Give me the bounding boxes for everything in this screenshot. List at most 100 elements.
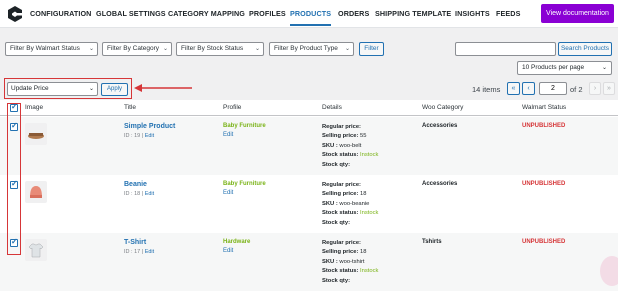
nav-shipping-template[interactable]: SHIPPING TEMPLATE	[375, 9, 451, 18]
nav-global-settings[interactable]: GLOBAL SETTINGS	[96, 9, 166, 18]
sku-value: woo-belt	[339, 142, 362, 149]
nav-orders[interactable]: ORDERS	[338, 9, 369, 18]
nav-configuration[interactable]: CONFIGURATION	[30, 9, 91, 18]
column-woo-category: Woo Category	[422, 104, 464, 111]
nav-profiles[interactable]: PROFILES	[249, 9, 286, 18]
chevron-down-icon: ⌄	[254, 46, 260, 52]
product-id-text: ID : 19 |	[124, 133, 144, 139]
search-input[interactable]	[455, 42, 556, 56]
sku-label: SKU :	[322, 142, 338, 149]
selling-price-label: Selling price:	[322, 191, 359, 198]
woo-category: Accessories	[422, 123, 458, 129]
product-type-filter[interactable]: Filter By Product Type ⌄	[269, 42, 354, 56]
product-title-link[interactable]: Simple Product	[124, 123, 175, 130]
edit-product-link[interactable]: Edit	[145, 249, 154, 255]
per-page-label: 10 Products per page	[522, 64, 585, 71]
selling-price-value: 55	[360, 133, 367, 140]
edit-profile-link[interactable]: Edit	[223, 190, 233, 196]
nav-products[interactable]: PRODUCTS	[290, 9, 332, 26]
table-row: T-Shirt ID : 17 | Edit Hardware Edit Reg…	[0, 233, 618, 291]
profile-name[interactable]: Hardware	[223, 239, 250, 245]
first-page-button[interactable]: «	[507, 82, 520, 95]
walmart-status-filter-label: Filter By Walmart Status	[10, 45, 80, 52]
sku-label: SKU :	[322, 258, 338, 265]
regular-price-label: Regular price:	[322, 240, 361, 246]
table-header: Image Title Profile Details Woo Category…	[0, 100, 618, 116]
stock-status-value: Instock	[360, 210, 379, 217]
category-filter[interactable]: Filter By Category ⌄	[102, 42, 172, 56]
prev-page-button[interactable]: ‹	[522, 82, 535, 95]
column-image: Image	[25, 104, 44, 111]
chevron-down-icon: ⌄	[601, 65, 607, 71]
woo-category: Accessories	[422, 181, 458, 187]
product-details: Regular price: Selling price: 18 SKU : w…	[322, 181, 378, 228]
products-table: Image Title Profile Details Woo Category…	[0, 100, 618, 291]
nav-feeds[interactable]: FEEDS	[496, 9, 520, 18]
table-row: Beanie ID : 18 | Edit Baby Furniture Edi…	[0, 175, 618, 233]
product-title-link[interactable]: Beanie	[124, 181, 147, 188]
edit-product-link[interactable]: Edit	[145, 191, 154, 197]
red-arrow-icon	[134, 84, 192, 92]
checkbox-highlight	[7, 103, 21, 255]
product-id-meta: ID : 19 | Edit	[124, 133, 154, 139]
chevron-down-icon: ⌄	[344, 46, 350, 52]
product-id-meta: ID : 17 | Edit	[124, 249, 154, 255]
selling-price-value: 18	[360, 191, 367, 198]
sku-value: woo-tshirt	[339, 258, 365, 265]
edit-product-link[interactable]: Edit	[145, 133, 154, 139]
profile-name[interactable]: Baby Furniture	[223, 181, 266, 187]
next-page-button: ›	[589, 82, 601, 95]
column-details: Details	[322, 104, 342, 111]
selling-price-value: 18	[360, 249, 367, 256]
stock-status-value: Instock	[360, 152, 379, 159]
view-documentation-button[interactable]: View documentation	[541, 4, 614, 23]
chevron-down-icon: ⌄	[88, 46, 94, 52]
table-row: Simple Product ID : 19 | Edit Baby Furni…	[0, 117, 618, 175]
column-walmart-status: Walmart Status	[522, 104, 567, 111]
items-count: 14 items	[472, 85, 501, 94]
bulk-action-value: Update Price	[11, 85, 49, 92]
category-filter-label: Filter By Category	[107, 45, 160, 52]
stock-qty-label: Stock qty:	[322, 277, 351, 284]
selling-price-label: Selling price:	[322, 249, 359, 256]
nav-category-mapping[interactable]: CATEGORY MAPPING	[168, 9, 245, 18]
product-details: Regular price: Selling price: 55 SKU : w…	[322, 123, 378, 170]
profile-name[interactable]: Baby Furniture	[223, 123, 266, 129]
beanie-image-icon[interactable]	[25, 181, 47, 203]
product-type-filter-label: Filter By Product Type	[274, 45, 338, 52]
stock-qty-label: Stock qty:	[322, 161, 351, 168]
nav-insights[interactable]: INSIGHTS	[455, 9, 490, 18]
woo-category: Tshirts	[422, 239, 442, 245]
chevron-down-icon: ⌄	[88, 86, 94, 92]
stock-qty-label: Stock qty:	[322, 219, 351, 226]
regular-price-label: Regular price:	[322, 124, 361, 130]
product-title-link[interactable]: T-Shirt	[124, 239, 146, 246]
walmart-status-filter[interactable]: Filter By Walmart Status ⌄	[5, 42, 98, 56]
walmart-status-badge: UNPUBLISHED	[522, 181, 566, 187]
product-details: Regular price: Selling price: 18 SKU : w…	[322, 239, 378, 286]
belt-image-icon[interactable]	[25, 123, 47, 145]
product-id-meta: ID : 18 | Edit	[124, 191, 154, 197]
stock-status-label: Stock status:	[322, 210, 359, 217]
stock-status-label: Stock status:	[322, 152, 359, 159]
stock-status-value: Instock	[360, 268, 379, 275]
column-profile: Profile	[223, 104, 242, 111]
sku-value: woo-beanie	[339, 200, 370, 207]
edit-profile-link[interactable]: Edit	[223, 132, 233, 138]
per-page-select[interactable]: 10 Products per page ⌄	[517, 61, 612, 75]
selling-price-label: Selling price:	[322, 133, 359, 140]
last-page-button: »	[603, 82, 615, 95]
filter-button[interactable]: Filter	[359, 42, 384, 56]
walmart-status-badge: UNPUBLISHED	[522, 239, 566, 245]
search-products-button[interactable]: Search Products	[558, 42, 612, 56]
current-page-input[interactable]	[539, 82, 567, 95]
regular-price-label: Regular price:	[322, 182, 361, 188]
apply-button[interactable]: Apply	[101, 83, 128, 96]
edit-profile-link[interactable]: Edit	[223, 248, 233, 254]
tshirt-image-icon[interactable]	[25, 239, 47, 261]
stock-status-filter[interactable]: Filter By Stock Status ⌄	[176, 42, 264, 56]
column-title: Title	[124, 104, 137, 111]
bulk-action-select[interactable]: Update Price ⌄	[7, 82, 98, 96]
cedcommerce-logo-icon	[8, 6, 22, 22]
total-pages-text: of 2	[570, 85, 583, 94]
